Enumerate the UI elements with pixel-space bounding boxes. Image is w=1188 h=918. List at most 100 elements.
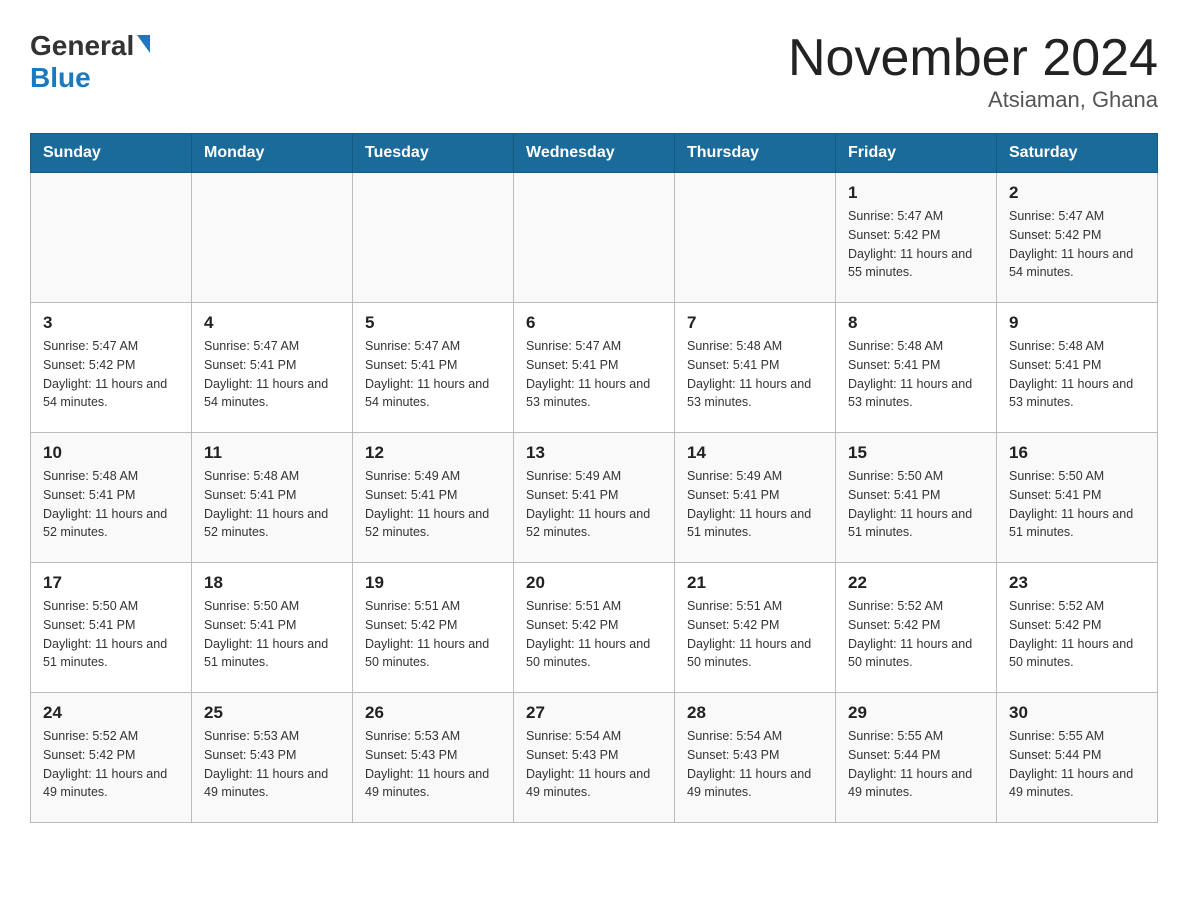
day-number: 25 [204, 703, 340, 723]
calendar-week-row: 1 Sunrise: 5:47 AM Sunset: 5:42 PM Daylig… [31, 173, 1158, 303]
calendar-cell: 23Sunrise: 5:52 AM Sunset: 5:42 PM Dayli… [997, 563, 1158, 693]
calendar-header-row: SundayMondayTuesdayWednesdayThursdayFrid… [31, 134, 1158, 173]
day-info: Sunrise: 5:51 AM Sunset: 5:42 PM Dayligh… [365, 597, 501, 672]
logo-general-text: General [30, 30, 134, 62]
calendar-cell: 20Sunrise: 5:51 AM Sunset: 5:42 PM Dayli… [514, 563, 675, 693]
day-number: 19 [365, 573, 501, 593]
day-number: 27 [526, 703, 662, 723]
day-number: 26 [365, 703, 501, 723]
day-number: 24 [43, 703, 179, 723]
calendar-subtitle: Atsiaman, Ghana [788, 87, 1158, 113]
day-info: Sunrise: 5:48 AM Sunset: 5:41 PM Dayligh… [204, 467, 340, 542]
day-info: Sunrise: 5:47 AM Sunset: 5:41 PM Dayligh… [365, 337, 501, 412]
day-number: 1 [848, 183, 984, 203]
day-info: Sunrise: 5:52 AM Sunset: 5:42 PM Dayligh… [43, 727, 179, 802]
calendar-cell: 14 Sunrise: 5:49 AM Sunset: 5:41 PM Dayli… [675, 433, 836, 563]
col-header-wednesday: Wednesday [514, 134, 675, 173]
day-info: Sunrise: 5:54 AM Sunset: 5:43 PM Dayligh… [526, 727, 662, 802]
day-number: 11 [204, 443, 340, 463]
calendar-cell: 24 Sunrise: 5:52 AM Sunset: 5:42 PM Dayli… [31, 693, 192, 823]
calendar-cell: 16 Sunrise: 5:50 AM Sunset: 5:41 PM Dayli… [997, 433, 1158, 563]
day-number: 22 [848, 573, 984, 593]
calendar-cell: 18 Sunrise: 5:50 AM Sunset: 5:41 PM Dayli… [192, 563, 353, 693]
logo-blue-text: Blue [30, 62, 91, 94]
calendar-cell [514, 173, 675, 303]
calendar-cell: 22 Sunrise: 5:52 AM Sunset: 5:42 PM Dayli… [836, 563, 997, 693]
calendar-cell: 2 Sunrise: 5:47 AM Sunset: 5:42 PM Daylig… [997, 173, 1158, 303]
col-header-tuesday: Tuesday [353, 134, 514, 173]
calendar-cell: 28Sunrise: 5:54 AM Sunset: 5:43 PM Dayli… [675, 693, 836, 823]
calendar-cell: 13 Sunrise: 5:49 AM Sunset: 5:41 PM Dayli… [514, 433, 675, 563]
day-info: Sunrise: 5:55 AM Sunset: 5:44 PM Dayligh… [1009, 727, 1145, 802]
day-info: Sunrise: 5:54 AM Sunset: 5:43 PM Dayligh… [687, 727, 823, 802]
day-number: 3 [43, 313, 179, 333]
logo-arrow-icon [137, 35, 150, 53]
day-info: Sunrise: 5:49 AM Sunset: 5:41 PM Dayligh… [526, 467, 662, 542]
day-number: 14 [687, 443, 823, 463]
calendar-cell: 1 Sunrise: 5:47 AM Sunset: 5:42 PM Daylig… [836, 173, 997, 303]
day-info: Sunrise: 5:52 AM Sunset: 5:42 PM Dayligh… [848, 597, 984, 672]
col-header-monday: Monday [192, 134, 353, 173]
col-header-saturday: Saturday [997, 134, 1158, 173]
day-number: 20 [526, 573, 662, 593]
calendar-cell: 9Sunrise: 5:48 AM Sunset: 5:41 PM Daylig… [997, 303, 1158, 433]
day-info: Sunrise: 5:51 AM Sunset: 5:42 PM Dayligh… [687, 597, 823, 672]
day-number: 10 [43, 443, 179, 463]
calendar-cell: 29Sunrise: 5:55 AM Sunset: 5:44 PM Dayli… [836, 693, 997, 823]
day-info: Sunrise: 5:48 AM Sunset: 5:41 PM Dayligh… [1009, 337, 1145, 412]
day-info: Sunrise: 5:50 AM Sunset: 5:41 PM Dayligh… [204, 597, 340, 672]
calendar-week-row: 17 Sunrise: 5:50 AM Sunset: 5:41 PM Dayli… [31, 563, 1158, 693]
calendar-cell [31, 173, 192, 303]
calendar-cell: 17Sunrise: 5:50 AM Sunset: 5:41 PM Dayli… [31, 563, 192, 693]
day-number: 7 [687, 313, 823, 333]
calendar-table: SundayMondayTuesdayWednesdayThursdayFrid… [30, 133, 1158, 823]
day-info: Sunrise: 5:53 AM Sunset: 5:43 PM Dayligh… [365, 727, 501, 802]
day-number: 4 [204, 313, 340, 333]
col-header-friday: Friday [836, 134, 997, 173]
day-info: Sunrise: 5:47 AM Sunset: 5:42 PM Dayligh… [848, 207, 984, 282]
day-number: 29 [848, 703, 984, 723]
day-number: 8 [848, 313, 984, 333]
day-number: 2 [1009, 183, 1145, 203]
calendar-cell: 4Sunrise: 5:47 AM Sunset: 5:41 PM Daylig… [192, 303, 353, 433]
calendar-cell [675, 173, 836, 303]
calendar-cell: 5 Sunrise: 5:47 AM Sunset: 5:41 PM Daylig… [353, 303, 514, 433]
calendar-week-row: 10 Sunrise: 5:48 AM Sunset: 5:41 PM Dayli… [31, 433, 1158, 563]
day-number: 30 [1009, 703, 1145, 723]
day-number: 15 [848, 443, 984, 463]
page-header: General Blue November 2024 Atsiaman, Gha… [30, 30, 1158, 113]
day-info: Sunrise: 5:50 AM Sunset: 5:41 PM Dayligh… [848, 467, 984, 542]
day-number: 6 [526, 313, 662, 333]
calendar-cell: 6 Sunrise: 5:47 AM Sunset: 5:41 PM Daylig… [514, 303, 675, 433]
day-number: 13 [526, 443, 662, 463]
day-info: Sunrise: 5:47 AM Sunset: 5:42 PM Dayligh… [1009, 207, 1145, 282]
calendar-cell: 8Sunrise: 5:48 AM Sunset: 5:41 PM Daylig… [836, 303, 997, 433]
calendar-cell: 25Sunrise: 5:53 AM Sunset: 5:43 PM Dayli… [192, 693, 353, 823]
title-block: November 2024 Atsiaman, Ghana [788, 30, 1158, 113]
calendar-cell: 26 Sunrise: 5:53 AM Sunset: 5:43 PM Dayli… [353, 693, 514, 823]
calendar-week-row: 24 Sunrise: 5:52 AM Sunset: 5:42 PM Dayli… [31, 693, 1158, 823]
day-info: Sunrise: 5:49 AM Sunset: 5:41 PM Dayligh… [687, 467, 823, 542]
day-info: Sunrise: 5:47 AM Sunset: 5:41 PM Dayligh… [526, 337, 662, 412]
day-info: Sunrise: 5:49 AM Sunset: 5:41 PM Dayligh… [365, 467, 501, 542]
day-info: Sunrise: 5:47 AM Sunset: 5:42 PM Dayligh… [43, 337, 179, 412]
calendar-cell: 27 Sunrise: 5:54 AM Sunset: 5:43 PM Dayli… [514, 693, 675, 823]
day-number: 16 [1009, 443, 1145, 463]
day-info: Sunrise: 5:48 AM Sunset: 5:41 PM Dayligh… [687, 337, 823, 412]
calendar-cell: 10Sunrise: 5:48 AM Sunset: 5:41 PM Dayli… [31, 433, 192, 563]
day-info: Sunrise: 5:52 AM Sunset: 5:42 PM Dayligh… [1009, 597, 1145, 672]
calendar-title: November 2024 [788, 30, 1158, 87]
calendar-cell: 15 Sunrise: 5:50 AM Sunset: 5:41 PM Dayli… [836, 433, 997, 563]
calendar-cell: 3 Sunrise: 5:47 AM Sunset: 5:42 PM Daylig… [31, 303, 192, 433]
calendar-cell: 11 Sunrise: 5:48 AM Sunset: 5:41 PM Dayli… [192, 433, 353, 563]
col-header-thursday: Thursday [675, 134, 836, 173]
calendar-cell: 7 Sunrise: 5:48 AM Sunset: 5:41 PM Daylig… [675, 303, 836, 433]
calendar-cell: 30 Sunrise: 5:55 AM Sunset: 5:44 PM Dayli… [997, 693, 1158, 823]
day-number: 17 [43, 573, 179, 593]
day-number: 18 [204, 573, 340, 593]
calendar-cell [353, 173, 514, 303]
col-header-sunday: Sunday [31, 134, 192, 173]
day-number: 5 [365, 313, 501, 333]
day-number: 12 [365, 443, 501, 463]
day-info: Sunrise: 5:50 AM Sunset: 5:41 PM Dayligh… [1009, 467, 1145, 542]
